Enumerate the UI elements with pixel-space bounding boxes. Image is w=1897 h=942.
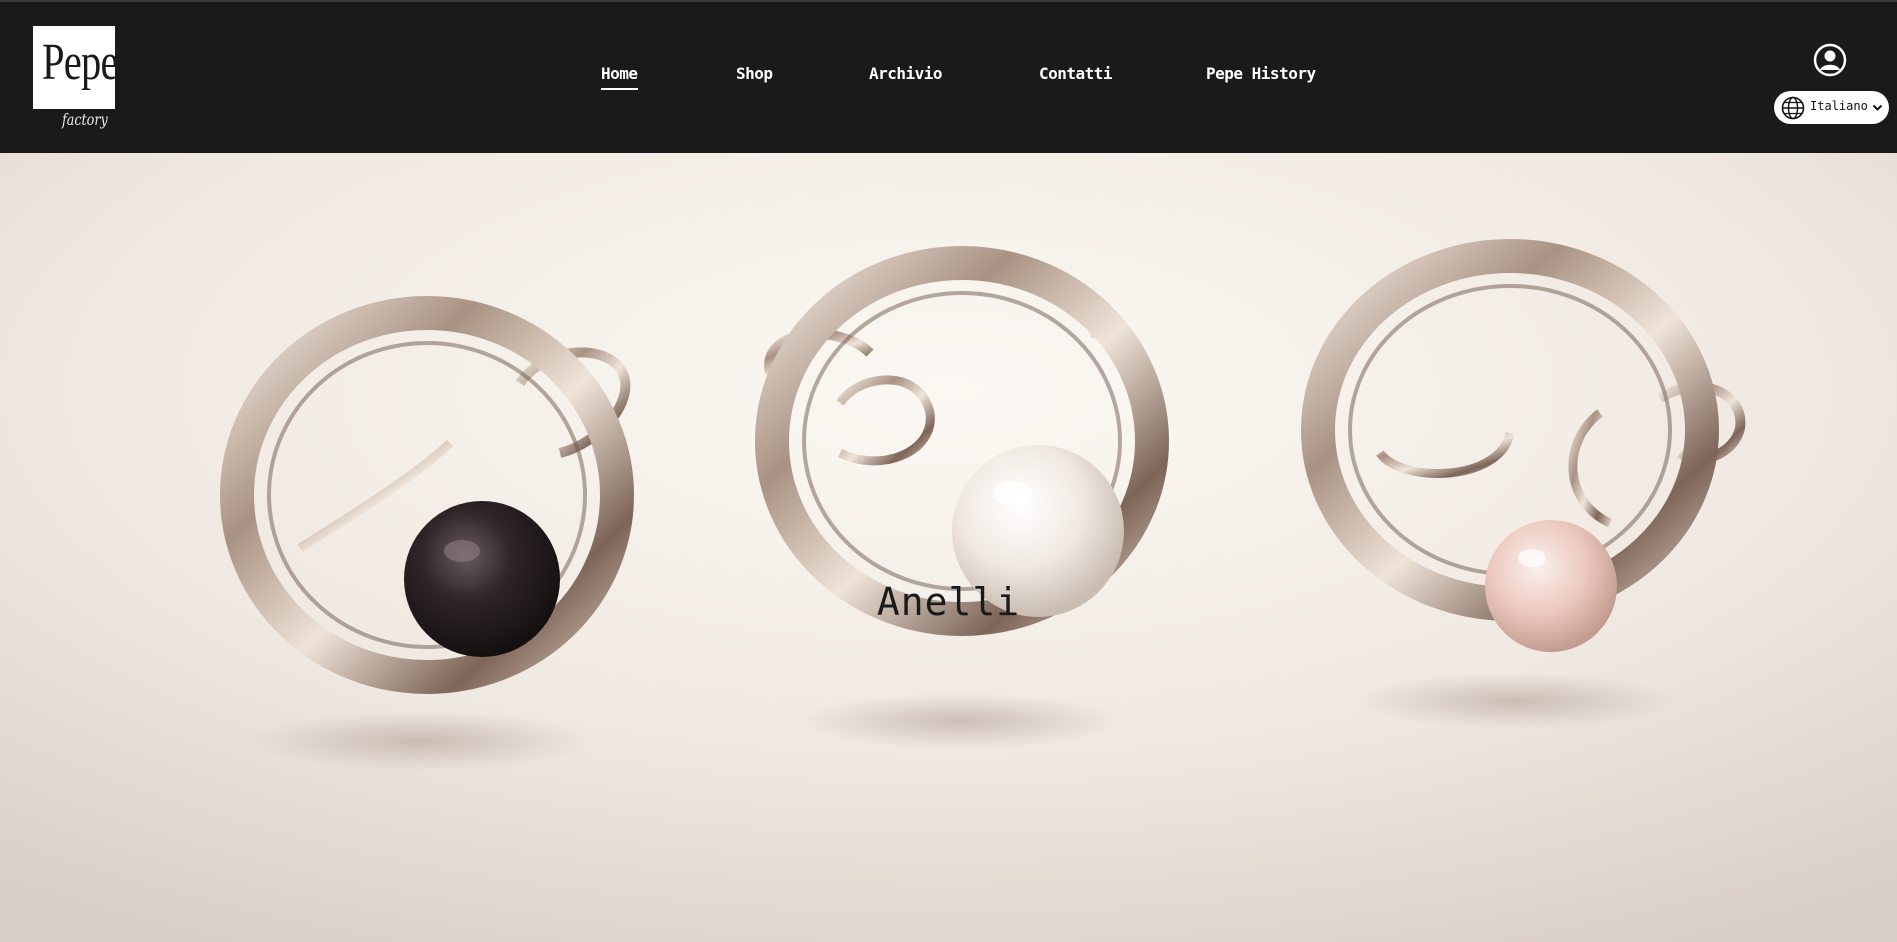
user-circle-icon[interactable]: [1813, 43, 1847, 77]
nav-item-shop[interactable]: Shop: [736, 64, 773, 83]
language-label: Italiano: [1810, 99, 1868, 113]
rings-photo: [0, 153, 1897, 942]
hero-title[interactable]: Anelli: [0, 580, 1897, 624]
logo[interactable]: Pepe: [33, 26, 119, 109]
nav-item-archivio[interactable]: Archivio: [869, 64, 943, 83]
logo-subtitle: factory: [62, 110, 108, 129]
language-selector[interactable]: Italiano: [1774, 91, 1889, 124]
chevron-down-icon: [1872, 104, 1883, 111]
nav-item-contatti[interactable]: Contatti: [1039, 64, 1113, 83]
site-header: Pepe factory Home Shop Archivio Contatti…: [0, 0, 1897, 153]
hero-banner[interactable]: Anelli: [0, 153, 1897, 942]
nav-item-pepe-history[interactable]: Pepe History: [1206, 64, 1316, 83]
globe-icon: [1781, 96, 1805, 120]
logo-word: Pepe: [42, 34, 119, 91]
nav-item-home[interactable]: Home: [601, 64, 638, 90]
